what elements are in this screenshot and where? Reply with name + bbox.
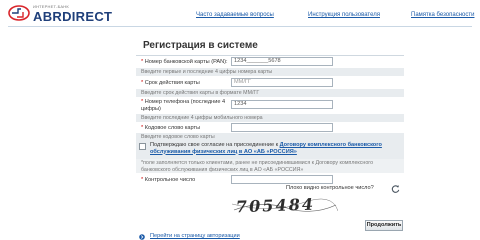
card-number-row: * Номер банковской карты (PAN): 1234____… [136, 57, 404, 67]
captcha-question: Плохо видно контрольное число? [286, 185, 374, 191]
code-word-row: * Кодовое слово карты [136, 123, 404, 133]
control-number-label: * Контрольное число [141, 177, 196, 183]
code-word-label: * Кодовое слово карты [141, 125, 201, 131]
code-word-input[interactable] [231, 123, 333, 132]
control-number-row: * Контрольное число [136, 175, 404, 185]
arrow-right-icon [139, 234, 145, 240]
code-word-hint: Введите кодовое слово карты [136, 133, 404, 141]
nav-link-user-guide[interactable]: Инструкция пользователя [308, 12, 380, 18]
card-number-hint: Введите первые и последние 4 цифры номер… [136, 68, 404, 76]
consent-block: Подтверждаю свое согласие на присоединен… [136, 141, 404, 159]
back-to-login-link[interactable]: Перейти на страницу авторизации [150, 233, 240, 239]
card-expiry-label: * Срок действия карты [141, 80, 200, 86]
nav-link-security-memo[interactable]: Памятка безопасности [411, 12, 474, 18]
phone-row: * Номер телефона (последние 4 цифры) 123… [136, 98, 404, 113]
refresh-icon[interactable] [391, 184, 400, 193]
card-number-label: * Номер банковской карты (PAN): [141, 59, 228, 65]
nav-link-faq[interactable]: Часто задаваемые вопросы [196, 12, 274, 18]
card-expiry-hint: Введите срок действия карты в формате ММ… [136, 89, 404, 97]
consent-footnote: *поле заполняется только клиентами, ране… [136, 159, 404, 173]
card-expiry-input[interactable]: ММ/ГГ [231, 78, 333, 87]
captcha-text: 705484 [234, 194, 317, 217]
header-divider [8, 26, 472, 27]
phone-label: * Номер телефона (последние 4 цифры) [141, 99, 226, 112]
consent-text: Подтверждаю свое согласие на присоединен… [150, 142, 382, 155]
captcha-image: 705484 [232, 194, 338, 218]
page-title: Регистрация в системе [143, 40, 258, 51]
logo-emblem-icon [8, 5, 30, 21]
phone-hint: Введите последние 4 цифры мобильного ном… [136, 114, 404, 122]
phone-input[interactable]: 1234 [231, 100, 333, 109]
consent-checkbox[interactable] [139, 143, 146, 150]
card-expiry-row: * Срок действия карты ММ/ГГ [136, 78, 404, 88]
logo-name: ABRDIRECT [33, 9, 113, 24]
bank-logo[interactable]: ИНТЕРНЕТ-БАНК ABRDIRECT [8, 3, 124, 27]
form-top-divider [136, 55, 404, 56]
card-number-input[interactable]: 1234_______5678 [231, 57, 333, 66]
control-number-input[interactable] [231, 175, 333, 184]
continue-button[interactable]: Продолжить [365, 220, 403, 231]
